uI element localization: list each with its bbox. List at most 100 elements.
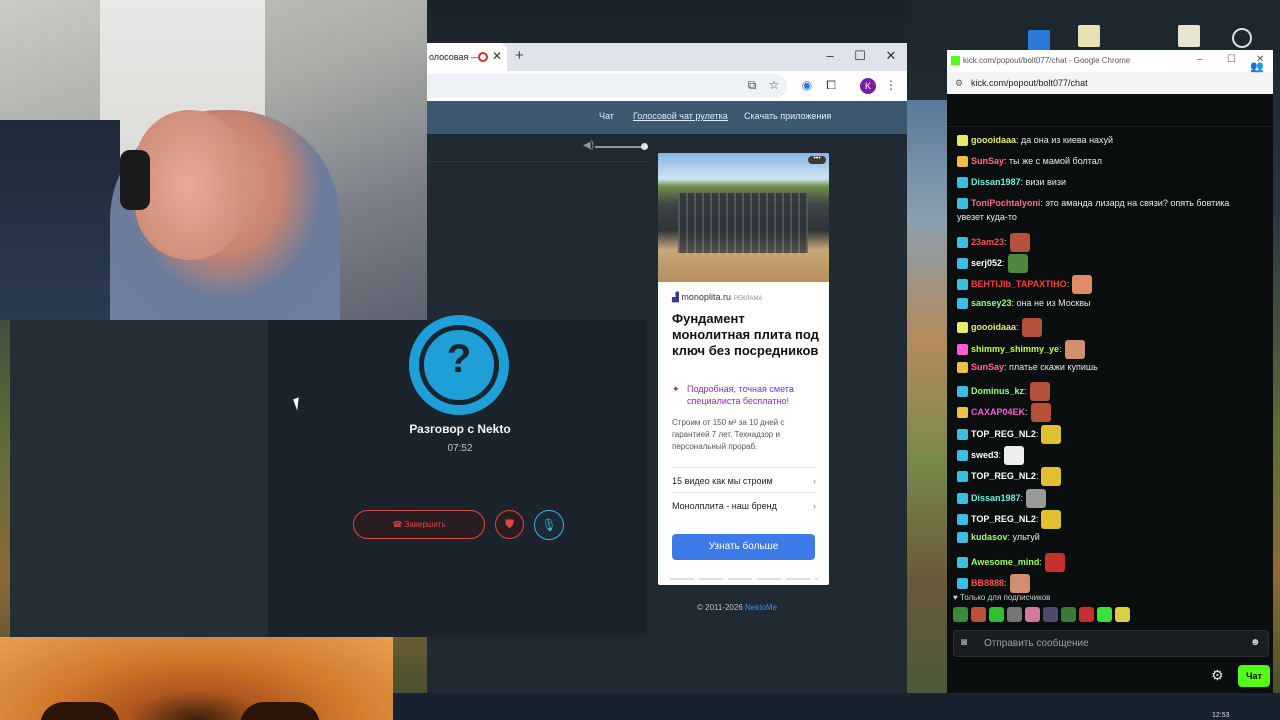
chat-username[interactable]: Dominus_kz [971, 386, 1024, 396]
emote-icon[interactable] [1061, 607, 1076, 622]
browser-menu-icon[interactable]: ⋮ [883, 78, 899, 92]
hang-up-icon: ☎ [392, 520, 405, 529]
ad-link-brand[interactable]: Монолплита - наш бренд › [672, 492, 816, 517]
nav-chat-link[interactable]: Чат [599, 111, 614, 121]
cat-eye [40, 702, 120, 720]
chat-message: TOP_REG_NL2: [957, 425, 1272, 444]
chat-username[interactable]: BEHTIJIb_TAPAXTIHO [971, 279, 1067, 289]
end-call-button[interactable]: ☎ Завершить [353, 510, 485, 539]
tab-close-icon[interactable]: ✕ [492, 49, 502, 63]
chat-address-bar[interactable]: kick.com/popout/bolt077/chat [947, 72, 1273, 94]
chat-emote-icon[interactable] [1044, 553, 1065, 572]
extensions-puzzle-icon[interactable]: ⧠ [823, 78, 839, 93]
ad-source-domain: monoplita.ru [681, 292, 731, 302]
profile-avatar[interactable]: K [860, 78, 876, 94]
kick-chat-window: kick.com/popout/bolt077/chat - Google Ch… [947, 50, 1273, 695]
chat-username[interactable]: SunSay [971, 156, 1004, 166]
chat-username[interactable]: TOP_REG_NL2 [971, 514, 1036, 524]
emote-icon[interactable] [971, 607, 986, 622]
chat-username[interactable]: TOP_REG_NL2 [971, 471, 1036, 481]
emote-icon[interactable] [1097, 607, 1112, 622]
subscriber-badge-icon [957, 177, 968, 189]
chat-emote-icon[interactable] [1009, 233, 1030, 252]
chat-username[interactable]: goooidaaa [971, 135, 1016, 145]
chat-settings-gear-icon[interactable]: ⚙ [1211, 667, 1224, 684]
chat-message-text: : платье скажи купишь [1004, 362, 1098, 372]
chat-emote-icon[interactable] [1041, 425, 1062, 444]
ad-source[interactable]: ▟ monoplita.ru РЕКЛАМА [672, 292, 762, 303]
chat-username[interactable]: serj052 [971, 258, 1002, 268]
emote-icon[interactable] [953, 607, 968, 622]
ad-menu-icon[interactable]: ••• [808, 155, 826, 164]
chat-emote-icon[interactable] [1009, 574, 1030, 593]
site-info-icon[interactable]: ⚙ [955, 78, 963, 89]
chat-emote-icon[interactable] [1004, 446, 1025, 465]
install-app-icon[interactable]: ⧉ [744, 78, 760, 93]
chat-message-text: : [1035, 470, 1039, 481]
chat-message-input[interactable]: Отправить сообщение [953, 630, 1269, 657]
chat-message: CAXAP04EK: [957, 403, 1272, 422]
desktop-folder-icon[interactable] [1178, 25, 1200, 47]
minimize-button[interactable]: – [820, 48, 840, 63]
desktop-file-icon[interactable] [1078, 25, 1100, 47]
ad-title[interactable]: Фундамент монолитная плита под ключ без … [672, 311, 822, 359]
chat-username[interactable]: Dissan1987 [971, 177, 1021, 187]
chat-username[interactable]: swed3 [971, 450, 999, 460]
chat-username[interactable]: kudasov [971, 532, 1008, 542]
bookmark-star-icon[interactable]: ☆ [766, 78, 782, 92]
maximize-button[interactable]: ☐ [850, 48, 870, 64]
chat-emote-icon[interactable] [1029, 382, 1050, 401]
users-icon[interactable]: 👥 [1250, 60, 1264, 73]
chat-emote-icon[interactable] [1021, 318, 1042, 337]
chat-send-button[interactable]: Чат [1238, 665, 1270, 687]
emote-icon[interactable] [1115, 607, 1130, 622]
extension-vpn-icon[interactable]: ◉ [799, 78, 815, 92]
chat-username[interactable]: TOP_REG_NL2 [971, 429, 1036, 439]
microphone-button[interactable]: 🎙 [534, 510, 564, 540]
chat-emote-icon[interactable] [1030, 403, 1051, 422]
subscriber-badge-icon [957, 471, 968, 482]
volume-slider[interactable] [595, 146, 645, 148]
ad-promo[interactable]: ✦ Подробная, точная смета специалиста бес… [672, 383, 822, 407]
volume-slider-knob[interactable] [641, 143, 648, 150]
chat-emote-icon[interactable] [1026, 489, 1047, 508]
chat-emote-icon[interactable] [1072, 275, 1093, 294]
chat-username[interactable]: sansey23 [971, 298, 1012, 308]
nav-voice-roulette-link[interactable]: Голосовой чат рулетка [633, 111, 728, 121]
chat-username[interactable]: goooidaaa [971, 322, 1016, 332]
emote-icon[interactable] [1007, 607, 1022, 622]
copyright-brand-link[interactable]: NektoMe [745, 603, 777, 612]
chat-emote-icon[interactable] [1007, 254, 1028, 273]
emote-icon[interactable] [1079, 607, 1094, 622]
emoji-picker-icon[interactable]: ☻ [1250, 637, 1261, 648]
close-window-button[interactable]: ✕ [881, 48, 901, 64]
chat-username[interactable]: Dissan1987 [971, 493, 1021, 503]
report-shield-button[interactable]: ⛊ [495, 510, 524, 539]
new-tab-button[interactable]: + [515, 47, 524, 64]
ad-image[interactable] [658, 153, 829, 282]
chat-username[interactable]: SunSay [971, 362, 1004, 372]
chat-emote-icon[interactable] [1041, 467, 1062, 486]
chat-username[interactable]: CAXAP04EK [971, 407, 1025, 417]
chat-username[interactable]: 23am23 [971, 237, 1004, 247]
chat-username[interactable]: ToniPochtalyoni [971, 198, 1040, 208]
desktop-app-icon[interactable] [1028, 30, 1050, 52]
emote-icon[interactable] [1025, 607, 1040, 622]
desktop-obs-icon[interactable] [1232, 28, 1252, 48]
chat-message: goooidaaa: [957, 318, 1272, 337]
emote-icon[interactable] [989, 607, 1004, 622]
chat-username[interactable]: Awesome_mind [971, 557, 1039, 567]
ad-learn-more-button[interactable]: Узнать больше [672, 534, 815, 560]
chat-emote-icon[interactable] [1041, 510, 1062, 529]
subscriber-badge-icon [957, 237, 968, 248]
nav-download-apps-link[interactable]: Скачать приложения [744, 111, 831, 121]
webcam-headset [120, 150, 150, 210]
ad-link-videos[interactable]: 15 видео как мы строим › [672, 467, 816, 492]
address-field[interactable] [427, 74, 787, 98]
volume-icon[interactable]: ◀) [583, 140, 594, 151]
chat-username[interactable]: BB8888 [971, 578, 1004, 588]
emote-icon[interactable] [1043, 607, 1058, 622]
chat-username[interactable]: shimmy_shimmy_ye [971, 344, 1059, 354]
advertisement[interactable]: ••• ▟ monoplita.ru РЕКЛАМА Фундамент моно… [658, 153, 829, 585]
chat-emote-icon[interactable] [1064, 340, 1085, 359]
